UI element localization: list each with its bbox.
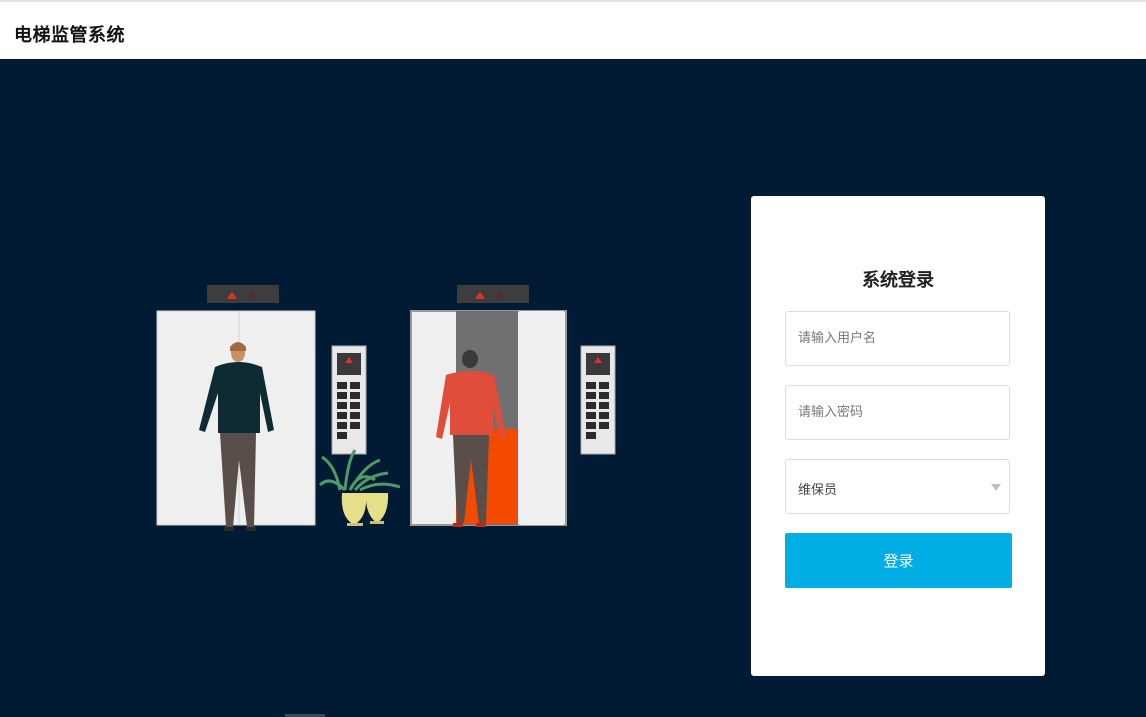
login-card: 系统登录 维保员 登录 xyxy=(751,196,1045,676)
username-input[interactable] xyxy=(786,312,998,365)
elevator-illustration xyxy=(156,285,616,531)
elevator-button-panel-icon xyxy=(331,345,367,455)
role-select-value: 维保员 xyxy=(798,483,838,498)
chevron-down-icon xyxy=(991,484,1001,491)
password-field[interactable] xyxy=(785,385,1010,440)
top-header: 电梯监管系统 xyxy=(0,0,1146,59)
elevator-button-panel-icon xyxy=(580,345,616,455)
app-title: 电梯监管系统 xyxy=(14,25,125,46)
login-button[interactable]: 登录 xyxy=(785,533,1012,588)
username-field[interactable] xyxy=(785,311,1010,366)
password-input[interactable] xyxy=(786,386,998,439)
plant-icon xyxy=(318,449,401,526)
role-select[interactable]: 维保员 xyxy=(785,459,1010,514)
login-title: 系统登录 xyxy=(862,270,934,291)
